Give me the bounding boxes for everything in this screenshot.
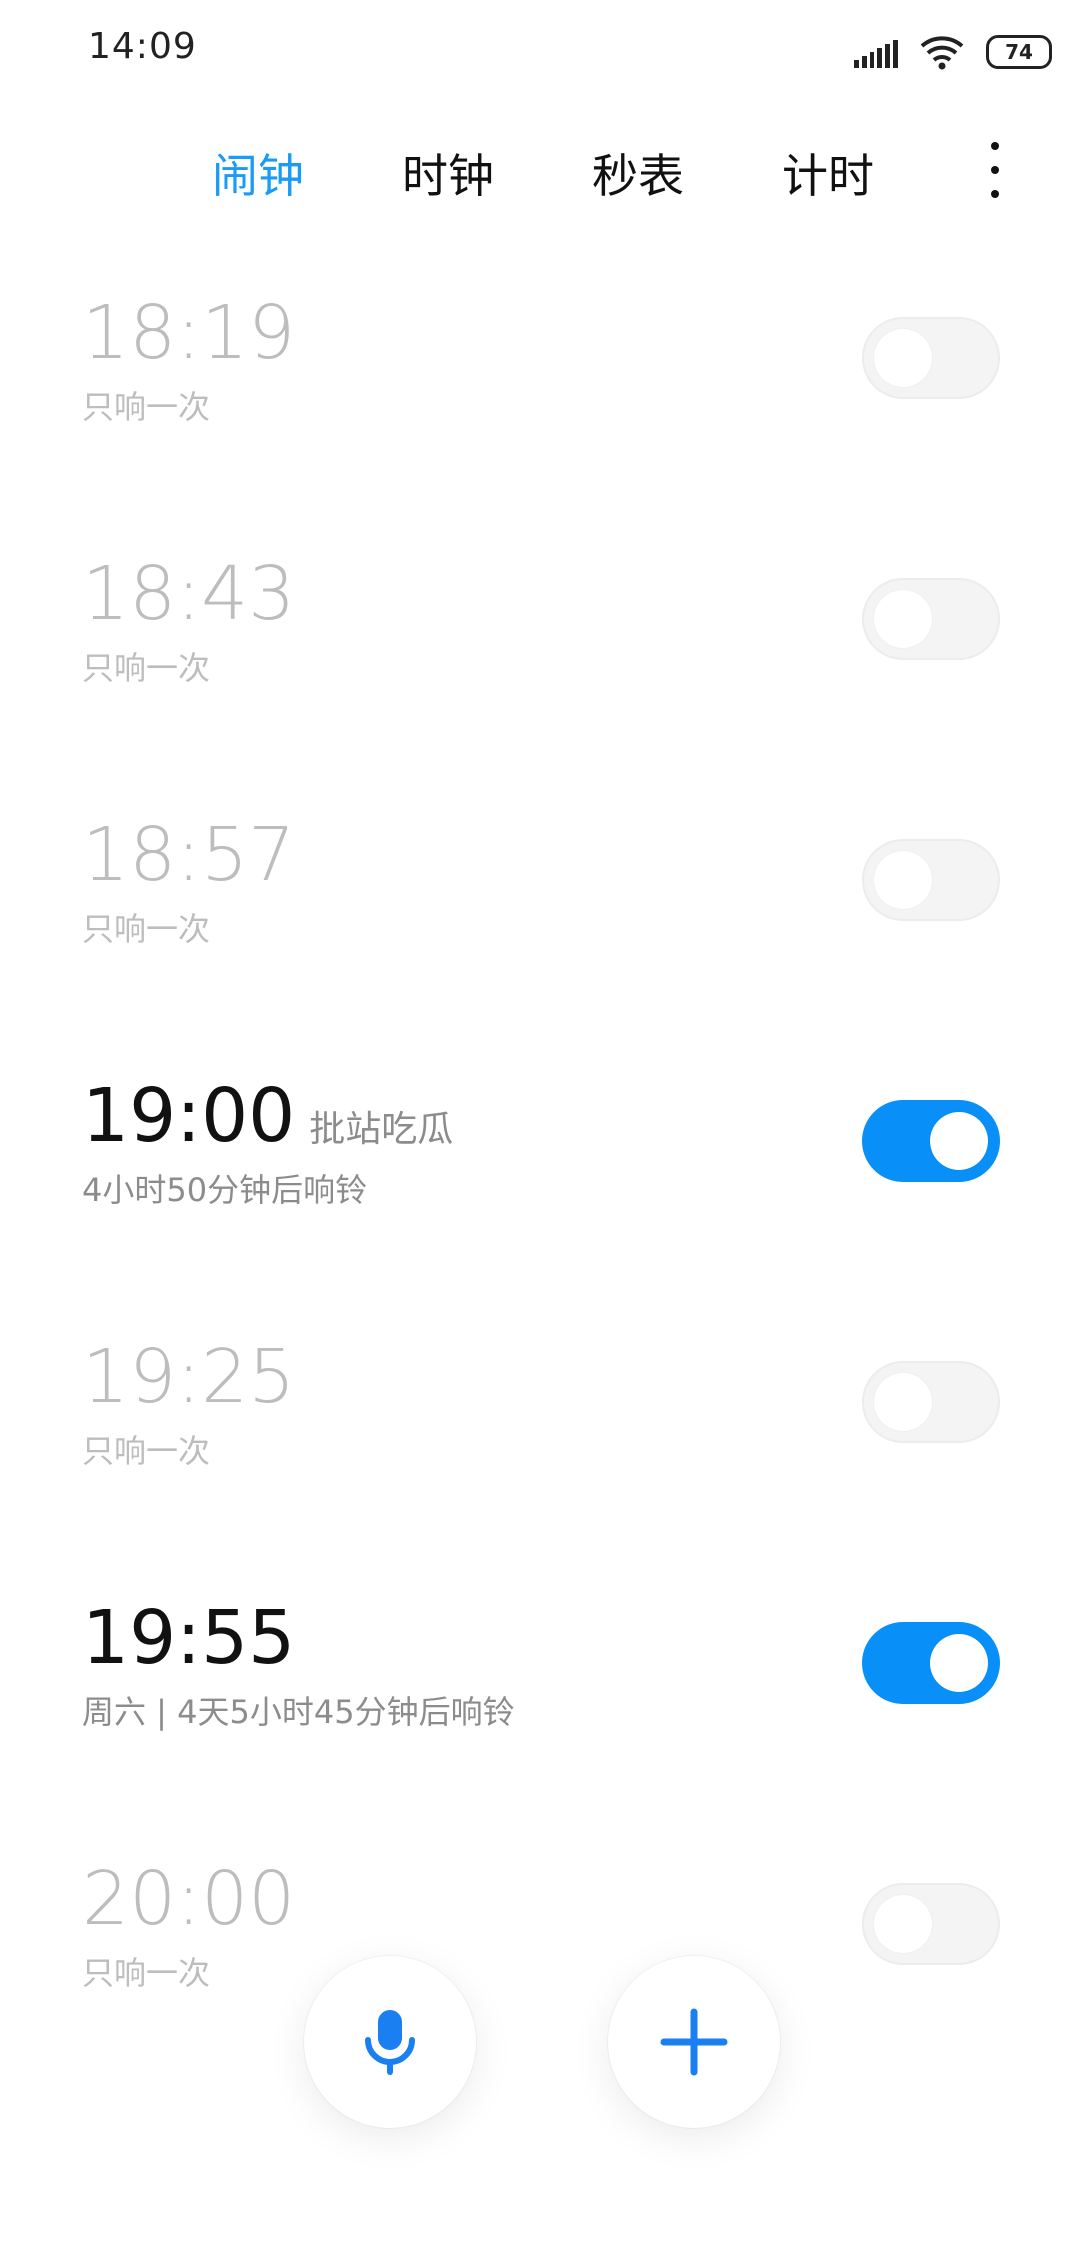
status-bar: 14:09 74 <box>0 0 1080 100</box>
tab-alarm[interactable]: 闹钟 <box>212 140 304 206</box>
alarm-item[interactable]: 18:43 只响一次 <box>0 531 1080 792</box>
alarm-toggle[interactable] <box>862 317 1000 399</box>
add-alarm-button[interactable] <box>608 1956 780 2128</box>
alarm-item[interactable]: 19:25 只响一次 <box>0 1314 1080 1575</box>
alarm-subtitle: 4小时50分钟后响铃 <box>82 1171 368 1209</box>
alarm-toggle[interactable] <box>862 1883 1000 1965</box>
tab-stopwatch[interactable]: 秒表 <box>592 140 684 206</box>
alarm-subtitle: 只响一次 <box>82 910 211 948</box>
tab-bar: 闹钟 时钟 秒表 计时 <box>0 130 1080 210</box>
alarm-item[interactable]: 18:19 只响一次 <box>0 270 1080 531</box>
voice-alarm-button[interactable] <box>304 1956 476 2128</box>
alarm-toggle[interactable] <box>862 839 1000 921</box>
alarm-time: 19:55 <box>82 1595 296 1681</box>
status-icons: 74 <box>854 32 1052 72</box>
alarm-time: 18:43 <box>82 551 296 637</box>
alarm-time: 19:00 <box>82 1073 296 1159</box>
alarm-subtitle: 周六 | 4天5小时45分钟后响铃 <box>82 1693 515 1731</box>
tab-timer[interactable]: 计时 <box>782 140 874 206</box>
alarm-item[interactable]: 19:00 批站吃瓜 4小时50分钟后响铃 <box>0 1053 1080 1314</box>
alarm-toggle[interactable] <box>862 578 1000 660</box>
more-vertical-icon[interactable] <box>985 142 1005 198</box>
alarm-subtitle: 只响一次 <box>82 1432 211 1470</box>
plus-icon <box>660 2008 728 2076</box>
alarm-item[interactable]: 18:57 只响一次 <box>0 792 1080 1053</box>
alarm-subtitle: 只响一次 <box>82 388 211 426</box>
alarm-item[interactable]: 19:55 周六 | 4天5小时45分钟后响铃 <box>0 1575 1080 1836</box>
battery-icon: 74 <box>986 35 1052 69</box>
alarm-subtitle: 只响一次 <box>82 649 211 687</box>
alarm-subtitle: 只响一次 <box>82 1954 211 1992</box>
alarm-time: 19:25 <box>82 1334 296 1420</box>
alarm-time: 18:57 <box>82 812 296 898</box>
microphone-icon <box>365 2010 415 2075</box>
tab-clock[interactable]: 时钟 <box>402 140 494 206</box>
alarm-item[interactable]: 20:00 只响一次 <box>0 1836 1080 2097</box>
signal-icon <box>854 36 898 68</box>
alarm-toggle[interactable] <box>862 1100 1000 1182</box>
alarm-toggle[interactable] <box>862 1622 1000 1704</box>
alarm-time: 20:00 <box>82 1856 296 1942</box>
alarm-label: 批站吃瓜 <box>309 1109 454 1150</box>
alarm-time: 18:19 <box>82 290 296 376</box>
status-time: 14:09 <box>88 26 197 67</box>
alarm-list: 18:19 只响一次 18:43 只响一次 18:57 只响一次 19:00 批… <box>0 270 1080 2097</box>
wifi-icon <box>920 36 964 70</box>
alarm-toggle[interactable] <box>862 1361 1000 1443</box>
